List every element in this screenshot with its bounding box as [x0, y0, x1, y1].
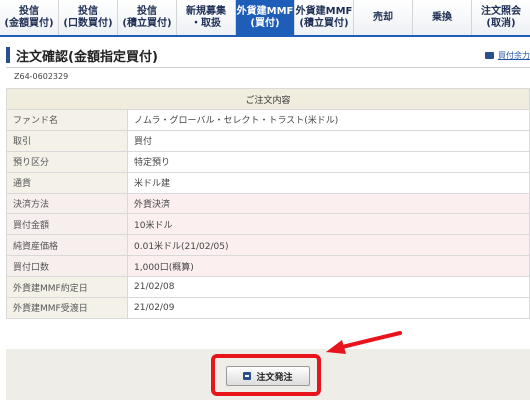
detail-row-label: 預り区分	[6, 150, 128, 173]
detail-row-value: 21/02/08	[127, 276, 530, 299]
detail-row: 買付金額 10米ドル	[6, 213, 530, 236]
heading-marker	[6, 47, 10, 63]
tab-label-line1: 注文照会	[481, 5, 521, 17]
tab-label-line1: 投信	[78, 5, 98, 17]
detail-row: 通貨 米ドル建	[6, 171, 530, 194]
buying-power-link-label: 買付余力	[498, 51, 530, 60]
detail-row-label: 買付金額	[6, 213, 128, 236]
tab-label-line2: (積立買付)	[299, 17, 349, 29]
detail-row: 決済方法 外貨決済	[6, 192, 530, 215]
detail-row: 純資産価格 0.01米ドル(21/02/05)	[6, 234, 530, 257]
tab-5[interactable]: 外貨建MMF (買付)	[236, 0, 295, 35]
detail-row-value: 外貨決済	[127, 192, 530, 215]
detail-row: 外貨建MMF受渡日 21/02/09	[6, 297, 530, 319]
detail-row: 外貨建MMF約定日 21/02/08	[6, 276, 530, 299]
tab-label-line1: 外貨建MMF	[236, 5, 294, 17]
tab-6[interactable]: 外貨建MMF (積立買付)	[295, 0, 354, 35]
detail-row-value: 買付	[127, 129, 530, 152]
detail-row-value: 10米ドル	[127, 213, 530, 236]
tab-3[interactable]: 投信 (積立買付)	[118, 0, 177, 35]
detail-row: ファンド名 ノムラ・グローバル・セレクト・トラスト(米ドル)	[6, 109, 530, 131]
detail-row-value: 21/02/09	[127, 297, 530, 319]
red-arrow-annotation	[326, 331, 402, 354]
tab-1[interactable]: 投信 (金額買付)	[0, 0, 59, 35]
heading-divider	[6, 67, 530, 68]
tab-8[interactable]: 乗換	[413, 0, 472, 35]
detail-row-value: 特定預り	[127, 150, 530, 173]
detail-row: 預り区分 特定預り	[6, 150, 530, 173]
detail-row-label: 決済方法	[6, 192, 128, 215]
tab-label-line2: (取消)	[486, 17, 516, 29]
order-detail-caption: ご注文内容	[6, 88, 530, 110]
window-icon	[485, 52, 494, 59]
submit-order-button[interactable]: 注文発注	[226, 366, 310, 386]
page-heading: 注文確認(金額指定買付)	[6, 46, 158, 65]
tab-label-line1: 投信	[137, 5, 157, 17]
detail-row-label: ファンド名	[6, 109, 128, 131]
tab-label-line2: ・取扱	[191, 17, 221, 29]
detail-row-value: 0.01米ドル(21/02/05)	[127, 234, 530, 257]
tab-2[interactable]: 投信 (口数買付)	[59, 0, 118, 35]
tab-label-line2: (買付)	[250, 17, 280, 29]
tab-label-line1: 売却	[373, 11, 393, 23]
tab-label-line2: (積立買付)	[122, 17, 172, 29]
tab-label-line1: 外貨建MMF	[295, 5, 353, 17]
tab-4[interactable]: 新規募集 ・取扱	[177, 0, 236, 35]
detail-row-value: 1,000口(概算)	[127, 255, 530, 278]
buying-power-link[interactable]: 買付余力	[485, 50, 530, 61]
detail-row-label: 買付口数	[6, 255, 128, 278]
page-title: 注文確認(金額指定買付)	[16, 49, 158, 65]
detail-row-value: 米ドル建	[127, 171, 530, 194]
detail-row-label: 外貨建MMF受渡日	[6, 297, 128, 319]
tab-label-line1: 乗換	[432, 11, 452, 23]
detail-row-value: ノムラ・グローバル・セレクト・トラスト(米ドル)	[127, 109, 530, 131]
order-detail-table: ご注文内容 ファンド名 ノムラ・グローバル・セレクト・トラスト(米ドル) 取引 買付預…	[6, 88, 530, 319]
tab-label-line2: (口数買付)	[63, 17, 113, 29]
detail-row: 買付口数 1,000口(概算)	[6, 255, 530, 278]
detail-row-label: 通貨	[6, 171, 128, 194]
detail-row: 取引 買付	[6, 129, 530, 152]
tab-7[interactable]: 売却	[354, 0, 413, 35]
tab-label-line1: 投信	[19, 5, 39, 17]
tab-label-line1: 新規募集	[186, 5, 226, 17]
detail-row-label: 取引	[6, 129, 128, 152]
tab-9[interactable]: 注文照会 (取消)	[472, 0, 530, 35]
order-type-tabbar: 投信 (金額買付) 投信 (口数買付) 投信 (積立買付) 新規募集 ・取扱 外貨建MMF (買付…	[0, 0, 530, 37]
tab-label-line2: (金額買付)	[4, 17, 54, 29]
submit-icon	[243, 372, 252, 380]
detail-row-label: 純資産価格	[6, 234, 128, 257]
detail-row-label: 外貨建MMF約定日	[6, 276, 128, 299]
submit-order-label: 注文発注	[256, 372, 293, 383]
order-number: Z64-0602329	[14, 72, 69, 81]
